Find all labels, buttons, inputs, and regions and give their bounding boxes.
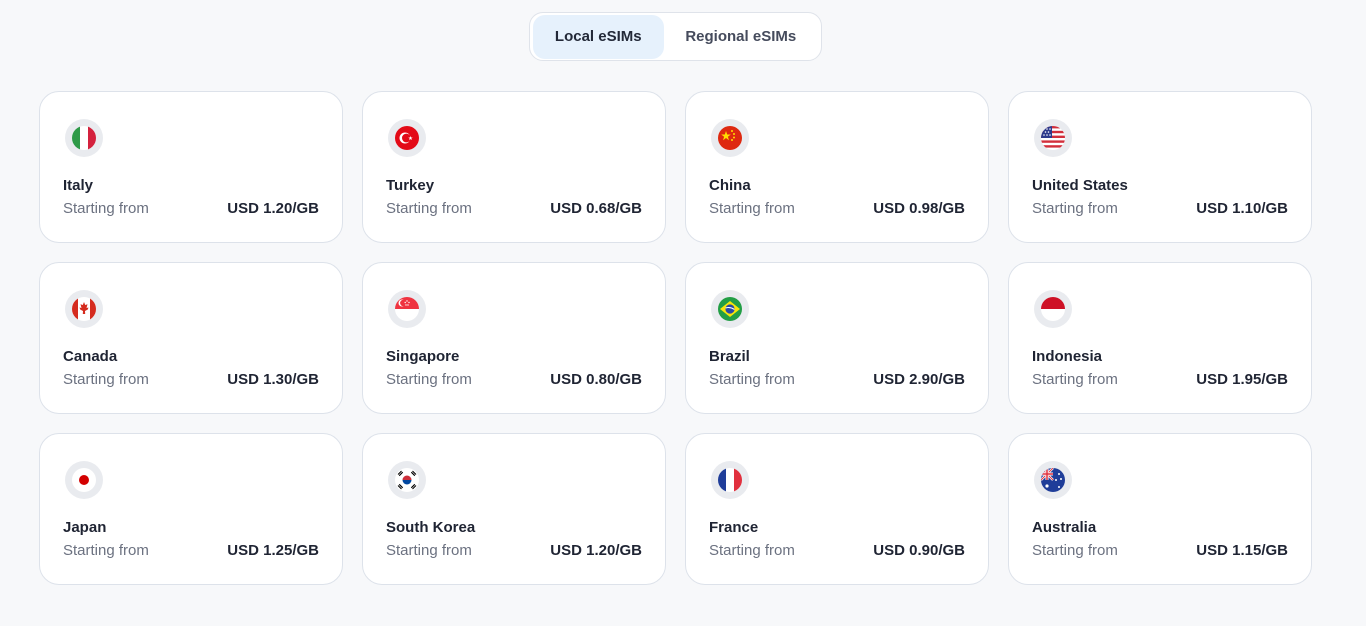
country-card-france[interactable]: France Starting from USD 0.90/GB [685, 433, 989, 585]
price-value: USD 1.20/GB [550, 542, 642, 559]
price-value: USD 0.90/GB [873, 542, 965, 559]
italy-flag-icon [65, 119, 103, 157]
australia-flag-icon [1034, 461, 1072, 499]
japan-flag-icon [65, 461, 103, 499]
country-name: Japan [63, 519, 107, 536]
country-name: United States [1032, 177, 1128, 194]
country-name: Indonesia [1032, 348, 1103, 365]
country-card-china[interactable]: China Starting from USD 0.98/GB [685, 91, 989, 243]
france-flag-icon [711, 461, 749, 499]
starting-from-label: Starting from [386, 542, 472, 559]
starting-from-label: Starting from [1032, 200, 1118, 217]
esim-type-tabs: Local eSIMs Regional eSIMs [529, 12, 822, 61]
china-flag-icon [711, 119, 749, 157]
starting-from-label: Starting from [709, 200, 795, 217]
country-card-italy[interactable]: Italy Starting from USD 1.20/GB [39, 91, 343, 243]
price-value: USD 1.30/GB [227, 371, 319, 388]
price-value: USD 1.25/GB [227, 542, 319, 559]
country-name: Italy [63, 177, 94, 194]
tab-local-esims[interactable]: Local eSIMs [533, 14, 664, 59]
country-card-singapore[interactable]: Singapore Starting from USD 0.80/GB [362, 262, 666, 414]
country-name: China [709, 177, 751, 194]
country-card-brazil[interactable]: Brazil Starting from USD 2.90/GB [685, 262, 989, 414]
country-card-australia[interactable]: Australia Starting from USD 1.15/GB [1008, 433, 1312, 585]
country-name: South Korea [386, 519, 476, 536]
price-value: USD 0.68/GB [550, 200, 642, 217]
starting-from-label: Starting from [1032, 371, 1118, 388]
country-name: Brazil [709, 348, 750, 365]
price-value: USD 1.15/GB [1196, 542, 1288, 559]
tab-regional-esims[interactable]: Regional eSIMs [664, 15, 818, 59]
starting-from-label: Starting from [709, 542, 795, 559]
price-value: USD 2.90/GB [873, 371, 965, 388]
country-name: France [709, 519, 759, 536]
price-value: USD 1.10/GB [1196, 200, 1288, 217]
country-name: Turkey [386, 177, 435, 194]
country-card-united-states[interactable]: United States Starting from USD 1.10/GB [1008, 91, 1312, 243]
starting-from-label: Starting from [386, 371, 472, 388]
country-card-canada[interactable]: Canada Starting from USD 1.30/GB [39, 262, 343, 414]
price-value: USD 0.80/GB [550, 371, 642, 388]
country-name: Canada [63, 348, 118, 365]
starting-from-label: Starting from [1032, 542, 1118, 559]
price-value: USD 1.20/GB [227, 200, 319, 217]
country-card-japan[interactable]: Japan Starting from USD 1.25/GB [39, 433, 343, 585]
starting-from-label: Starting from [386, 200, 472, 217]
turkey-flag-icon [388, 119, 426, 157]
brazil-flag-icon [711, 290, 749, 328]
starting-from-label: Starting from [63, 200, 149, 217]
country-name: Singapore [386, 348, 460, 365]
country-card-turkey[interactable]: Turkey Starting from USD 0.68/GB [362, 91, 666, 243]
indonesia-flag-icon [1034, 290, 1072, 328]
south-korea-flag-icon [388, 461, 426, 499]
starting-from-label: Starting from [63, 542, 149, 559]
price-value: USD 1.95/GB [1196, 371, 1288, 388]
singapore-flag-icon [388, 290, 426, 328]
price-value: USD 0.98/GB [873, 200, 965, 217]
starting-from-label: Starting from [709, 371, 795, 388]
canada-flag-icon [65, 290, 103, 328]
country-card-south-korea[interactable]: South Korea Starting from USD 1.20/GB [362, 433, 666, 585]
starting-from-label: Starting from [63, 371, 149, 388]
united-states-flag-icon [1034, 119, 1072, 157]
country-card-indonesia[interactable]: Indonesia Starting from USD 1.95/GB [1008, 262, 1312, 414]
country-name: Australia [1032, 519, 1097, 536]
